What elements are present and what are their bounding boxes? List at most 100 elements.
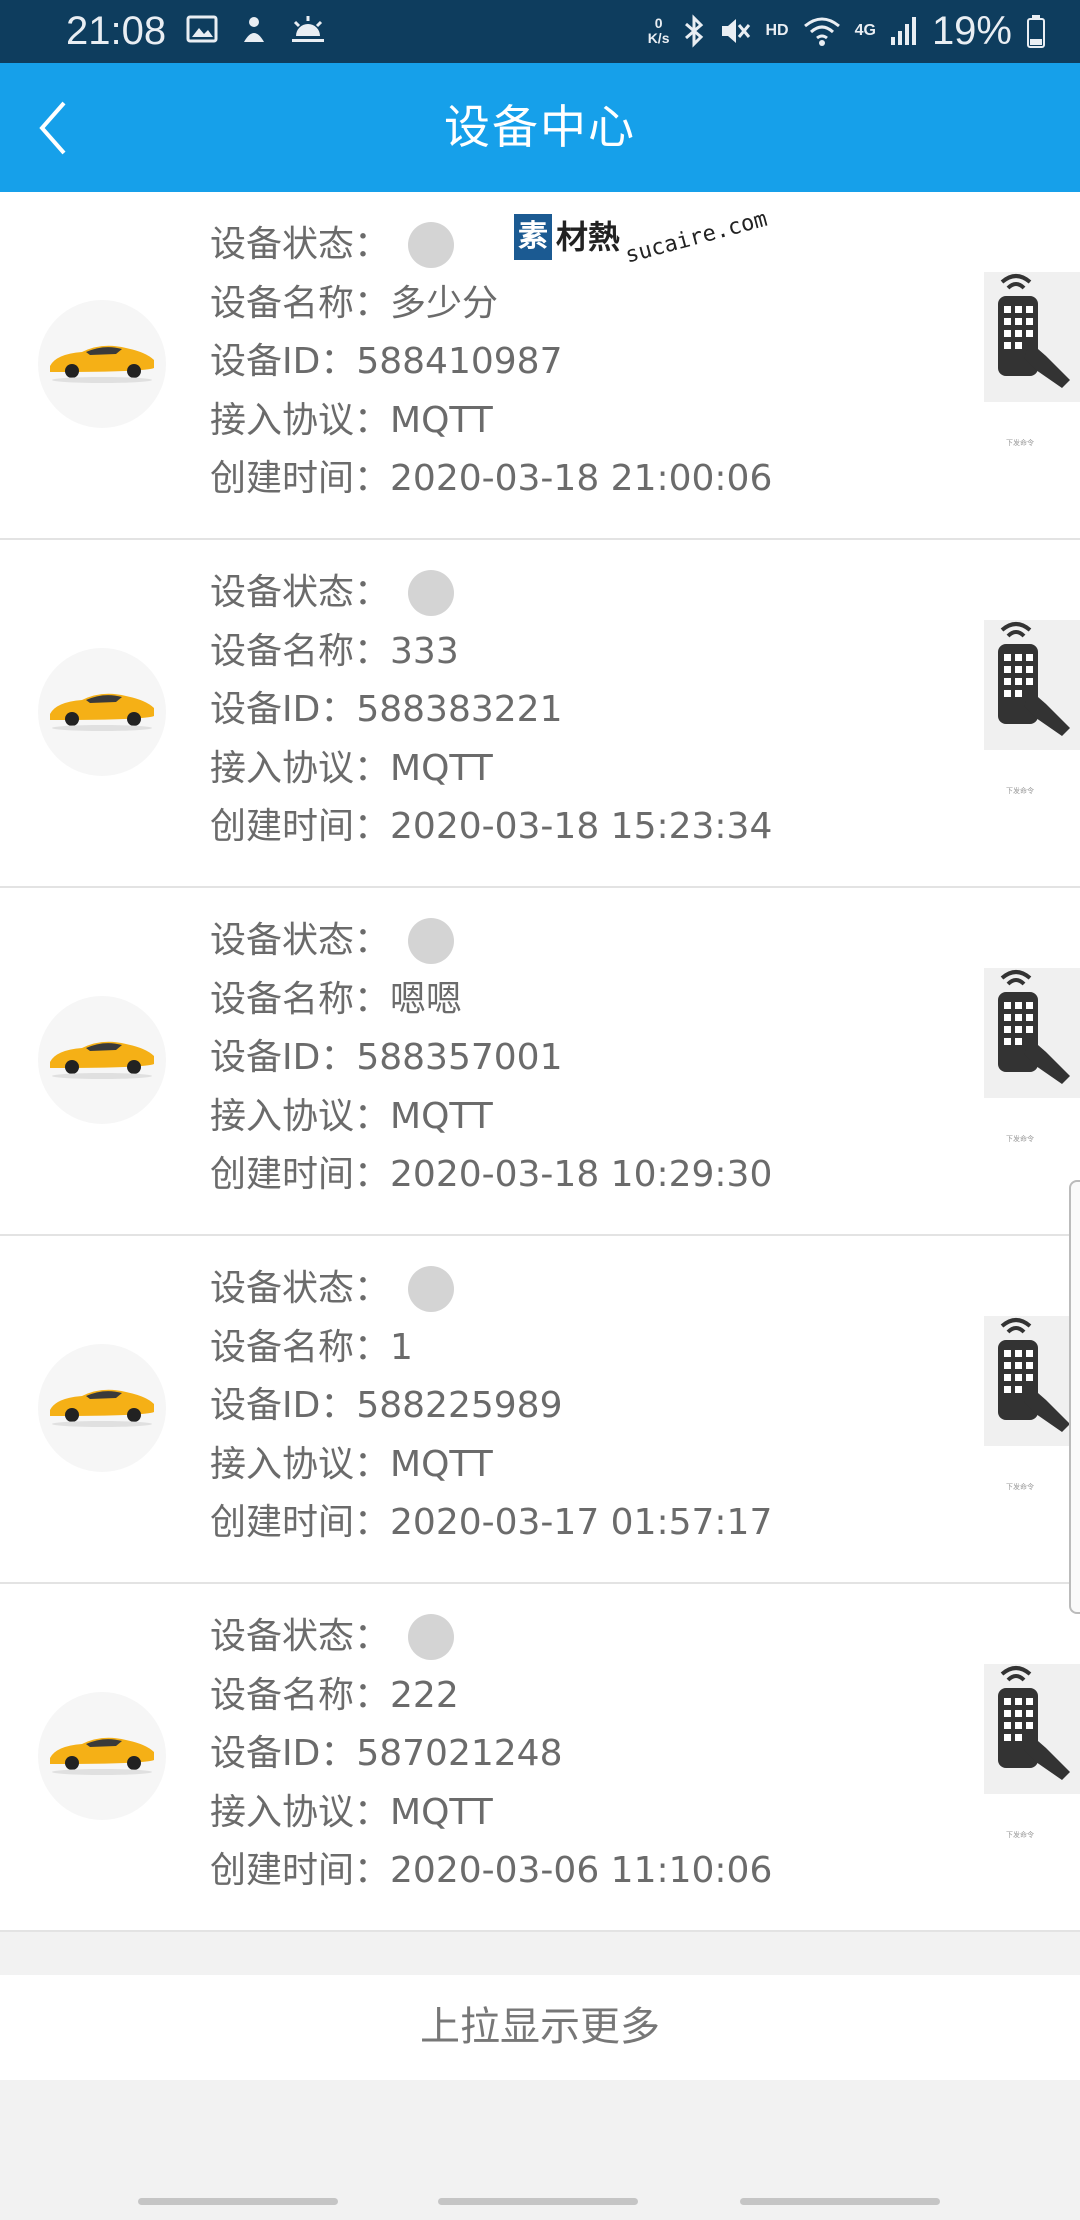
- device-name: 333: [390, 630, 459, 672]
- send-command-button[interactable]: [984, 272, 1080, 402]
- remote-control-icon: [998, 970, 1070, 1084]
- name-label: 设备名称：: [210, 630, 391, 672]
- created-label: 创建时间：: [210, 458, 391, 499]
- status-bar: 21:08 0 K/s HD 4G 19%: [0, 0, 1080, 63]
- status-indicator: [408, 1614, 455, 1661]
- device-id: 588410987: [356, 341, 563, 382]
- device-protocol: MQTT: [390, 747, 493, 789]
- created-label: 创建时间：: [210, 1502, 391, 1543]
- car-icon: [50, 1737, 154, 1775]
- device-created: 2020-03-06 11:10:06: [390, 1850, 773, 1891]
- status-label: 设备状态：: [210, 1268, 391, 1309]
- nav-home-button[interactable]: [438, 2198, 638, 2205]
- load-more-hint[interactable]: 上拉显示更多: [0, 1975, 1080, 2080]
- device-id: 588383221: [356, 689, 563, 730]
- device-created: 2020-03-18 10:29:30: [390, 1154, 773, 1195]
- device-list[interactable]: 设备状态： 设备名称： 多少分 设备ID： 588410987 接入协议： MQTT …: [0, 192, 1080, 1932]
- net-speed: 0 K/s: [647, 15, 670, 46]
- page-title: 设备中心: [444, 100, 636, 154]
- device-name: 嗯嗯: [390, 978, 463, 1020]
- battery-icon: [1027, 15, 1045, 48]
- device-protocol: MQTT: [390, 1095, 493, 1137]
- created-label: 创建时间：: [210, 806, 391, 847]
- wifi-icon: [803, 17, 840, 46]
- name-label: 设备名称：: [210, 1326, 391, 1368]
- status-indicator: [408, 570, 455, 617]
- battery-percent: 19%: [931, 9, 1012, 53]
- device-row[interactable]: 设备状态： 设备名称： 333 设备ID： 588383221 接入协议： MQTT …: [0, 540, 1080, 888]
- remote-caption: 下发命令: [1006, 1135, 1034, 1143]
- car-icon: [50, 1041, 154, 1079]
- watermark-badge: 素: [514, 214, 552, 260]
- send-command-button[interactable]: [984, 1664, 1080, 1794]
- id-label: 设备ID：: [210, 1385, 357, 1426]
- mute-icon: [722, 19, 751, 43]
- watermark-domain: sucaire.com: [622, 206, 770, 269]
- device-id: 588357001: [356, 1037, 563, 1078]
- device-protocol: MQTT: [390, 399, 493, 441]
- id-label: 设备ID：: [210, 341, 357, 382]
- status-label: 设备状态：: [210, 1616, 391, 1657]
- car-image: [38, 1692, 166, 1820]
- remote-control-icon: [998, 274, 1070, 388]
- status-indicator: [408, 1266, 455, 1313]
- name-label: 设备名称：: [210, 282, 391, 324]
- send-command-button[interactable]: [984, 1316, 1080, 1446]
- title-bar: 设备中心: [0, 63, 1080, 192]
- device-name: 222: [390, 1674, 459, 1716]
- device-created: 2020-03-17 01:57:17: [390, 1502, 773, 1543]
- car-image: [38, 996, 166, 1124]
- navigation-bar: [0, 2160, 1080, 2220]
- device-protocol: MQTT: [390, 1791, 493, 1833]
- remote-control-icon: [998, 622, 1070, 736]
- device-row[interactable]: 设备状态： 设备名称： 嗯嗯 设备ID： 588357001 接入协议： MQTT 创…: [0, 888, 1080, 1236]
- device-row[interactable]: 设备状态： 设备名称： 1 设备ID： 588225989 接入协议： MQTT 创建…: [0, 1236, 1080, 1584]
- car-icon: [50, 1389, 154, 1427]
- device-created: 2020-03-18 15:23:34: [390, 806, 773, 847]
- device-name: 1: [390, 1326, 413, 1368]
- name-label: 设备名称：: [210, 1674, 391, 1716]
- notification-icon: [244, 17, 264, 42]
- device-id: 587021248: [356, 1733, 563, 1774]
- car-image: [38, 1344, 166, 1472]
- image-icon: [186, 15, 218, 43]
- protocol-label: 接入协议：: [210, 1095, 391, 1137]
- bluetooth-icon: [685, 14, 704, 48]
- car-image: [38, 300, 166, 428]
- status-label: 设备状态：: [210, 224, 391, 265]
- id-label: 设备ID：: [210, 689, 357, 730]
- device-created: 2020-03-18 21:00:06: [390, 458, 773, 499]
- nav-back-button[interactable]: [740, 2198, 940, 2205]
- remote-caption: 下发命令: [1006, 1483, 1034, 1491]
- device-row[interactable]: 设备状态： 设备名称： 222 设备ID： 587021248 接入协议： MQTT …: [0, 1584, 1080, 1932]
- id-label: 设备ID：: [210, 1733, 357, 1774]
- weather-icon: [292, 16, 324, 42]
- remote-caption: 下发命令: [1006, 787, 1034, 795]
- protocol-label: 接入协议：: [210, 747, 391, 789]
- remote-caption: 下发命令: [1006, 1831, 1034, 1839]
- created-label: 创建时间：: [210, 1154, 391, 1195]
- created-label: 创建时间：: [210, 1850, 391, 1891]
- scroll-handle[interactable]: [1069, 1180, 1080, 1614]
- protocol-label: 接入协议：: [210, 399, 391, 441]
- id-label: 设备ID：: [210, 1037, 357, 1078]
- remote-control-icon: [998, 1318, 1070, 1432]
- hd-indicator: HD: [765, 22, 789, 39]
- network-type: 4G: [854, 22, 876, 39]
- signal-icon: [890, 17, 916, 45]
- status-label: 设备状态：: [210, 920, 391, 961]
- nav-recents-button[interactable]: [138, 2198, 338, 2205]
- protocol-label: 接入协议：: [210, 1791, 391, 1833]
- protocol-label: 接入协议：: [210, 1443, 391, 1485]
- send-command-button[interactable]: [984, 620, 1080, 750]
- status-label: 设备状态：: [210, 572, 391, 613]
- watermark: 素 材熱 sucaire.com: [514, 207, 772, 269]
- car-icon: [50, 345, 154, 383]
- remote-caption: 下发命令: [1006, 439, 1034, 447]
- watermark-text: 材熱: [556, 218, 621, 256]
- send-command-button[interactable]: [984, 968, 1080, 1098]
- car-image: [38, 648, 166, 776]
- device-protocol: MQTT: [390, 1443, 493, 1485]
- name-label: 设备名称：: [210, 978, 391, 1020]
- device-name: 多少分: [390, 282, 499, 324]
